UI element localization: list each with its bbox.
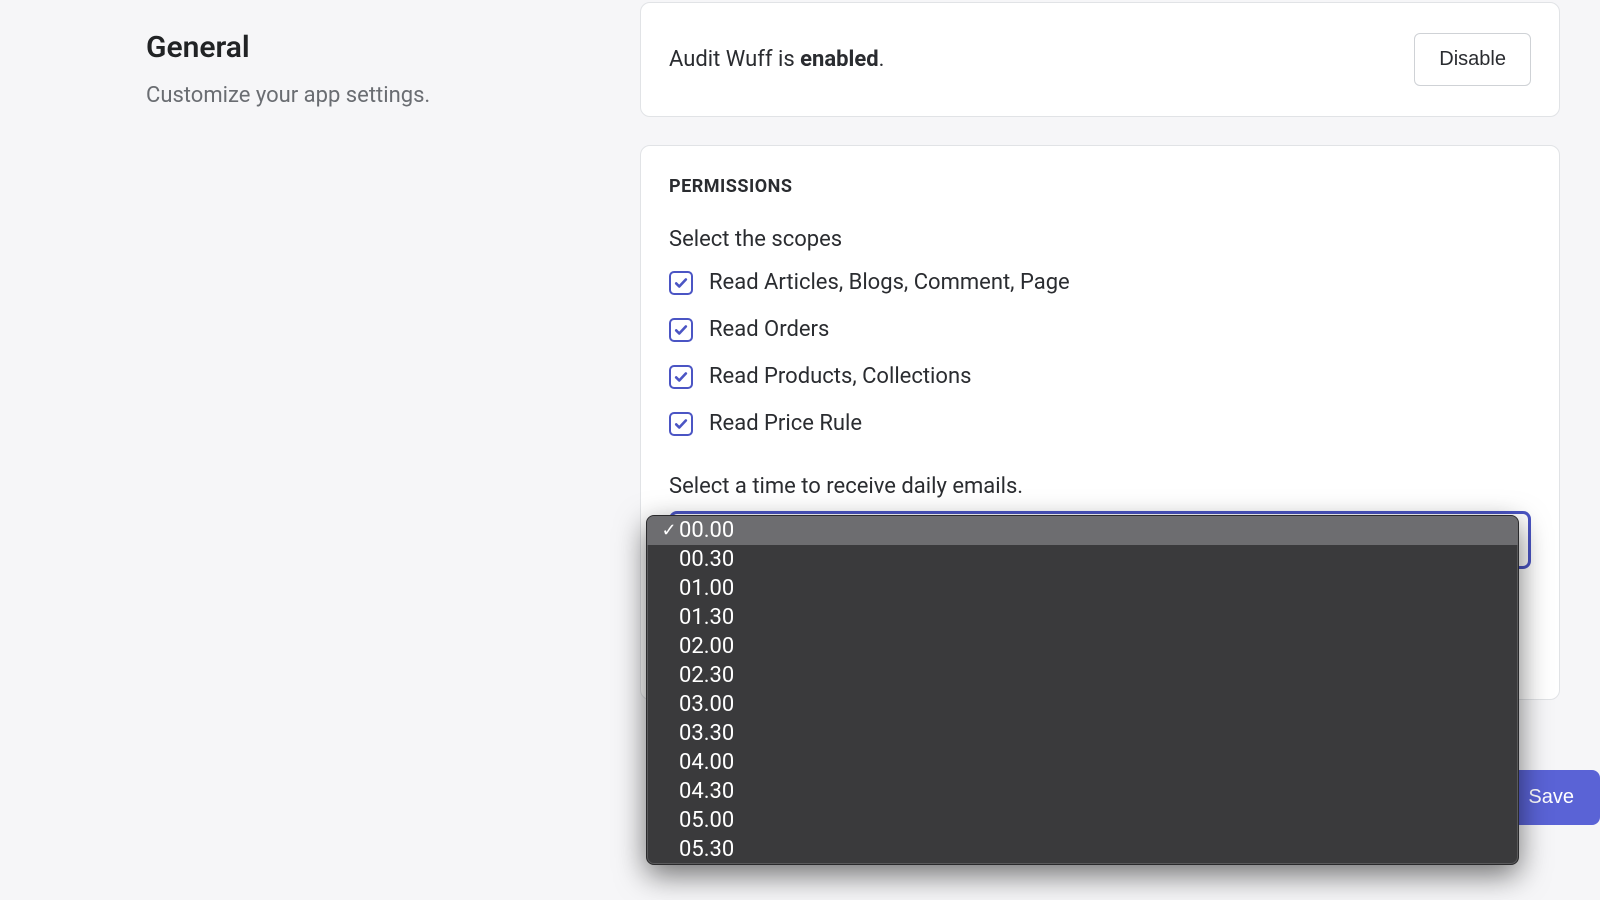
check-icon: ✓ <box>659 520 679 541</box>
time-option[interactable]: 02.00 <box>647 632 1518 661</box>
time-option-label: 05.00 <box>679 808 734 833</box>
app-status-state: enabled <box>800 47 878 72</box>
settings-content: Audit Wuff is enabled. Disable PERMISSIO… <box>640 0 1560 728</box>
check-icon <box>674 276 688 290</box>
scope-row: Read Price Rule <box>669 411 1531 436</box>
time-option[interactable]: ✓00.00 <box>647 516 1518 545</box>
app-status-suffix: . <box>879 47 885 72</box>
time-option[interactable]: 05.30 <box>647 835 1518 864</box>
time-option-label: 01.00 <box>679 576 734 601</box>
time-option-label: 04.00 <box>679 750 734 775</box>
time-option[interactable]: 05.00 <box>647 806 1518 835</box>
time-option-label: 01.30 <box>679 605 734 630</box>
time-option-label: 03.30 <box>679 721 734 746</box>
scope-label: Read Orders <box>709 317 829 342</box>
check-icon <box>674 370 688 384</box>
app-status-prefix: Audit Wuff is <box>669 47 800 72</box>
scope-label: Read Articles, Blogs, Comment, Page <box>709 270 1070 295</box>
time-option-label: 02.00 <box>679 634 734 659</box>
scope-checkbox[interactable] <box>669 412 693 436</box>
time-dropdown[interactable]: ✓00.0000.3001.0001.3002.0002.3003.0003.3… <box>646 515 1519 865</box>
time-option[interactable]: 04.30 <box>647 777 1518 806</box>
section-subtitle: Customize your app settings. <box>146 83 640 108</box>
time-option-label: 04.30 <box>679 779 734 804</box>
scope-label: Read Products, Collections <box>709 364 971 389</box>
time-option[interactable]: 01.30 <box>647 603 1518 632</box>
time-option-label: 05.30 <box>679 837 734 862</box>
time-option[interactable]: 03.30 <box>647 719 1518 748</box>
time-option[interactable]: 00.30 <box>647 545 1518 574</box>
scope-row: Read Products, Collections <box>669 364 1531 389</box>
section-title: General <box>146 30 640 65</box>
email-time-label: Select a time to receive daily emails. <box>669 474 1531 499</box>
check-icon <box>674 417 688 431</box>
check-icon <box>674 323 688 337</box>
scopes-label: Select the scopes <box>669 227 1531 252</box>
time-option-label: 03.00 <box>679 692 734 717</box>
scope-label: Read Price Rule <box>709 411 862 436</box>
time-option-label: 02.30 <box>679 663 734 688</box>
scope-row: Read Orders <box>669 317 1531 342</box>
time-option[interactable]: 01.00 <box>647 574 1518 603</box>
permissions-heading: PERMISSIONS <box>669 176 1531 197</box>
time-option[interactable]: 03.00 <box>647 690 1518 719</box>
permissions-card: PERMISSIONS Select the scopes Read Artic… <box>640 145 1560 700</box>
settings-sidebar: General Customize your app settings. <box>0 0 640 728</box>
time-option[interactable]: 02.30 <box>647 661 1518 690</box>
scope-checkbox[interactable] <box>669 318 693 342</box>
time-option-label: 00.00 <box>679 518 734 543</box>
time-option-label: 00.30 <box>679 547 734 572</box>
scope-checkbox[interactable] <box>669 271 693 295</box>
disable-button[interactable]: Disable <box>1414 33 1531 86</box>
time-option[interactable]: 04.00 <box>647 748 1518 777</box>
scope-checkbox[interactable] <box>669 365 693 389</box>
time-select-wrap: ✓00.0000.3001.0001.3002.0002.3003.0003.3… <box>669 511 1531 569</box>
app-status-card: Audit Wuff is enabled. Disable <box>640 2 1560 117</box>
scope-row: Read Articles, Blogs, Comment, Page <box>669 270 1531 295</box>
app-status-text: Audit Wuff is enabled. <box>669 47 884 72</box>
